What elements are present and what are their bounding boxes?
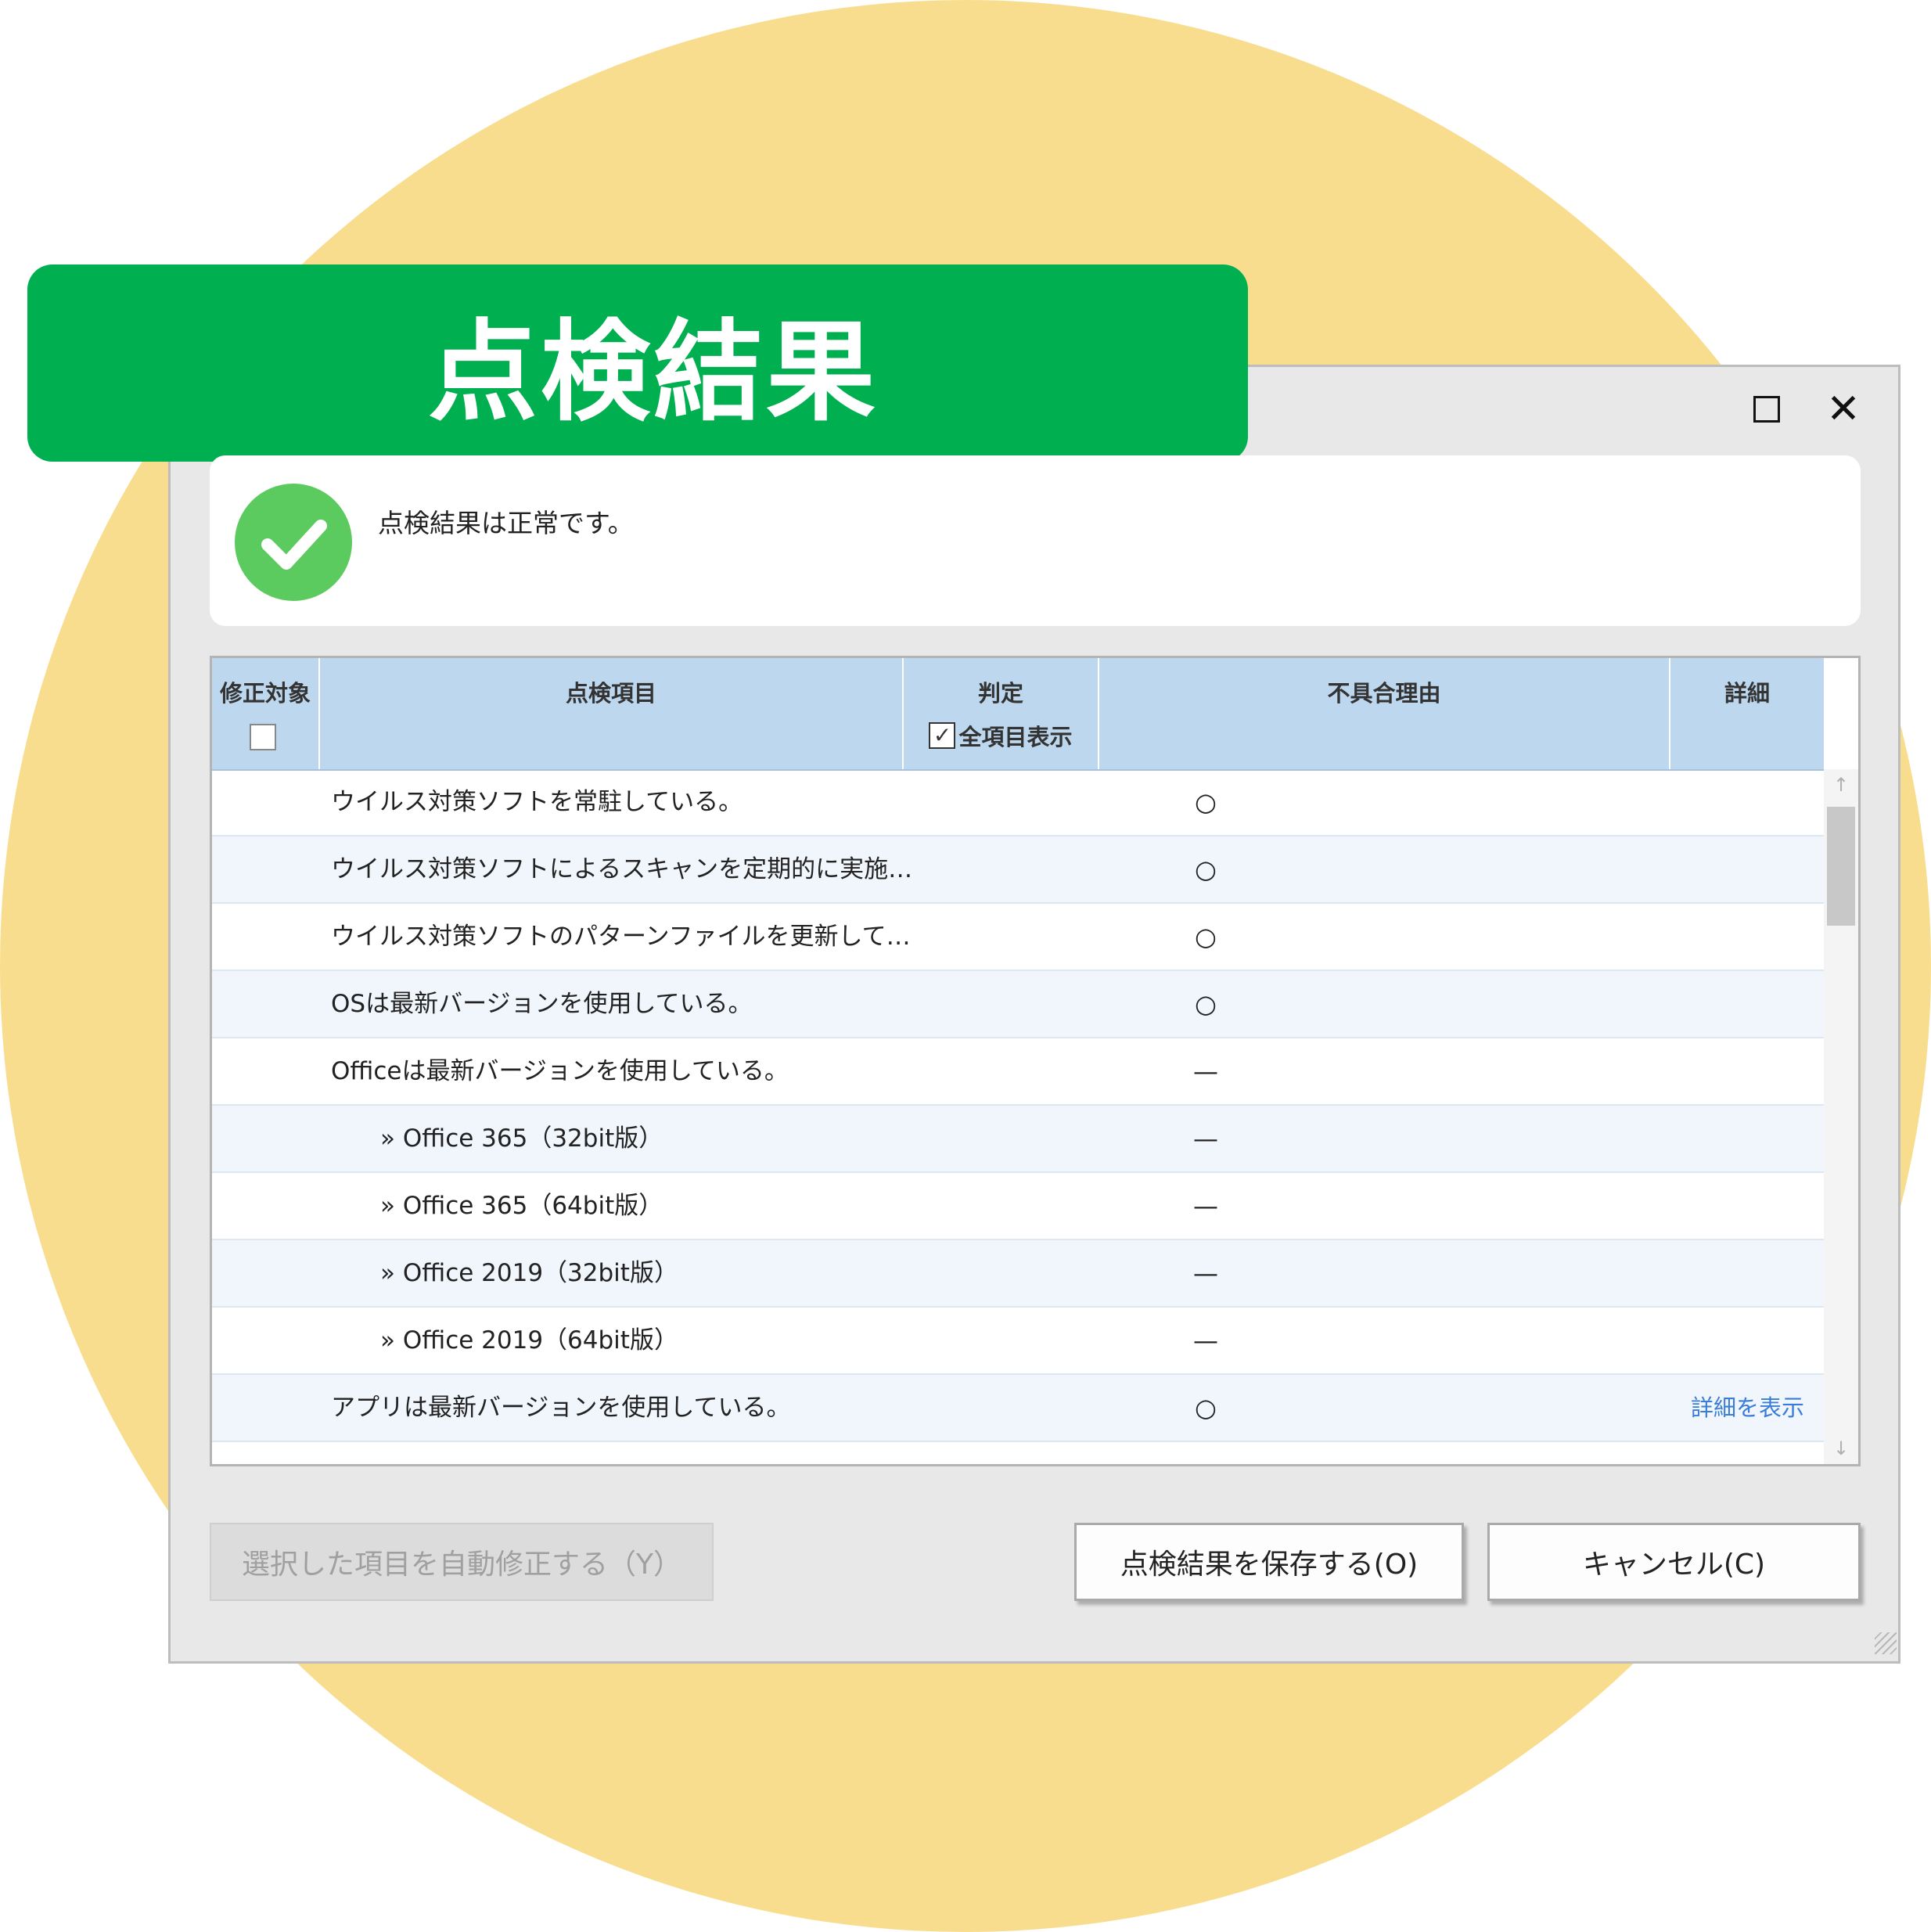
check-circle-icon	[235, 484, 352, 601]
maximize-button[interactable]	[1743, 386, 1790, 433]
header-reason-label: 不具合理由	[1327, 680, 1441, 707]
scroll-up-arrow-icon[interactable]: ↑	[1824, 769, 1858, 801]
row-item: » Office 365（32bit版）	[380, 1124, 663, 1153]
resize-grip-icon[interactable]	[1875, 1632, 1897, 1654]
header-item-label: 点検項目	[565, 680, 656, 707]
auto-fix-button[interactable]: 選択した項目を自動修正する（Y）	[210, 1523, 714, 1601]
row-judgement: —	[1193, 1258, 1218, 1288]
row-judgement: ○	[1195, 854, 1217, 884]
header-judgement-label: 判定	[977, 680, 1023, 707]
row-judgement: ○	[1195, 787, 1217, 817]
row-judgement: —	[1193, 1191, 1218, 1221]
table-row[interactable]: ウイルス対策ソフトのパターンファイルを更新して… ○	[212, 904, 1824, 971]
scroll-thumb[interactable]	[1827, 807, 1855, 926]
row-item: ウイルス対策ソフトのパターンファイルを更新して…	[331, 923, 911, 951]
close-icon: ✕	[1826, 386, 1861, 433]
row-item: ウイルス対策ソフトによるスキャンを定期的に実施…	[331, 855, 913, 883]
title-banner: 点検結果	[27, 264, 1248, 462]
banner-title: 点検結果	[427, 309, 879, 437]
row-judgement: ○	[1195, 922, 1217, 952]
header-reason: 不具合理由	[1099, 658, 1670, 769]
row-item: Officeは最新バージョンを使用している。	[331, 1057, 789, 1085]
row-item: » Office 2019（32bit版）	[380, 1259, 678, 1287]
table-row[interactable]: Officeは最新バージョンを使用している。 —	[212, 1038, 1824, 1106]
status-message: 点検結果は正常です。	[378, 508, 634, 538]
row-item: » Office 365（64bit版）	[380, 1192, 663, 1220]
show-all-toggle[interactable]: ✓ 全項目表示	[904, 719, 1098, 752]
row-item: ウイルス対策ソフトを常駐している。	[331, 788, 743, 816]
header-fix-target-label: 修正対象	[219, 680, 311, 707]
table-row[interactable]: » Office 365（64bit版） —	[212, 1173, 1824, 1240]
save-results-button[interactable]: 点検結果を保存する(O)	[1074, 1523, 1464, 1601]
show-detail-link[interactable]: 詳細を表示	[1691, 1375, 1804, 1441]
table-row[interactable]: ウイルス対策ソフトを常駐している。 ○	[212, 769, 1824, 836]
header-detail: 詳細	[1670, 658, 1824, 769]
show-all-label: 全項目表示	[958, 724, 1073, 750]
row-item: アプリは最新バージョンを使用している。	[331, 1394, 791, 1422]
table-row[interactable]: » Office 2019（64bit版） —	[212, 1308, 1824, 1375]
table-row[interactable]: » Office 365（32bit版） —	[212, 1106, 1824, 1173]
row-judgement: —	[1193, 1326, 1218, 1355]
cancel-button[interactable]: キャンセル(C)	[1487, 1523, 1861, 1601]
select-all-checkbox[interactable]	[250, 724, 276, 750]
header-judgement: 判定 ✓ 全項目表示	[904, 658, 1099, 769]
table-header: 修正対象 点検項目 判定 ✓ 全項目表示 不具合理由 詳細	[212, 658, 1824, 771]
show-all-checkbox[interactable]: ✓	[929, 722, 956, 749]
close-button[interactable]: ✕	[1820, 386, 1867, 433]
table-row[interactable]: ウイルス対策ソフトによるスキャンを定期的に実施… ○	[212, 836, 1824, 904]
table-row[interactable]: » Office 2019（32bit版） —	[212, 1240, 1824, 1308]
row-judgement: —	[1193, 1124, 1218, 1153]
header-detail-label: 詳細	[1724, 680, 1770, 707]
vertical-scrollbar[interactable]: ↑ ↓	[1824, 769, 1858, 1464]
header-item: 点検項目	[320, 658, 904, 769]
row-judgement: —	[1193, 1056, 1218, 1086]
row-judgement: ○	[1195, 1393, 1217, 1423]
status-panel: 点検結果は正常です。	[210, 455, 1861, 626]
row-judgement: ○	[1195, 989, 1217, 1019]
table-row[interactable]: OSは最新バージョンを使用している。 ○	[212, 971, 1824, 1038]
table-row[interactable]: アプリは最新バージョンを使用している。 ○ 詳細を表示	[212, 1375, 1824, 1442]
results-table: 修正対象 点検項目 判定 ✓ 全項目表示 不具合理由 詳細 ウイルス対策ソフトを…	[210, 656, 1861, 1466]
row-item: OSは最新バージョンを使用している。	[331, 990, 753, 1018]
maximize-icon	[1753, 396, 1780, 423]
header-fix-target: 修正対象	[212, 658, 320, 769]
row-item: » Office 2019（64bit版）	[380, 1326, 678, 1355]
scroll-down-arrow-icon[interactable]: ↓	[1824, 1433, 1858, 1464]
